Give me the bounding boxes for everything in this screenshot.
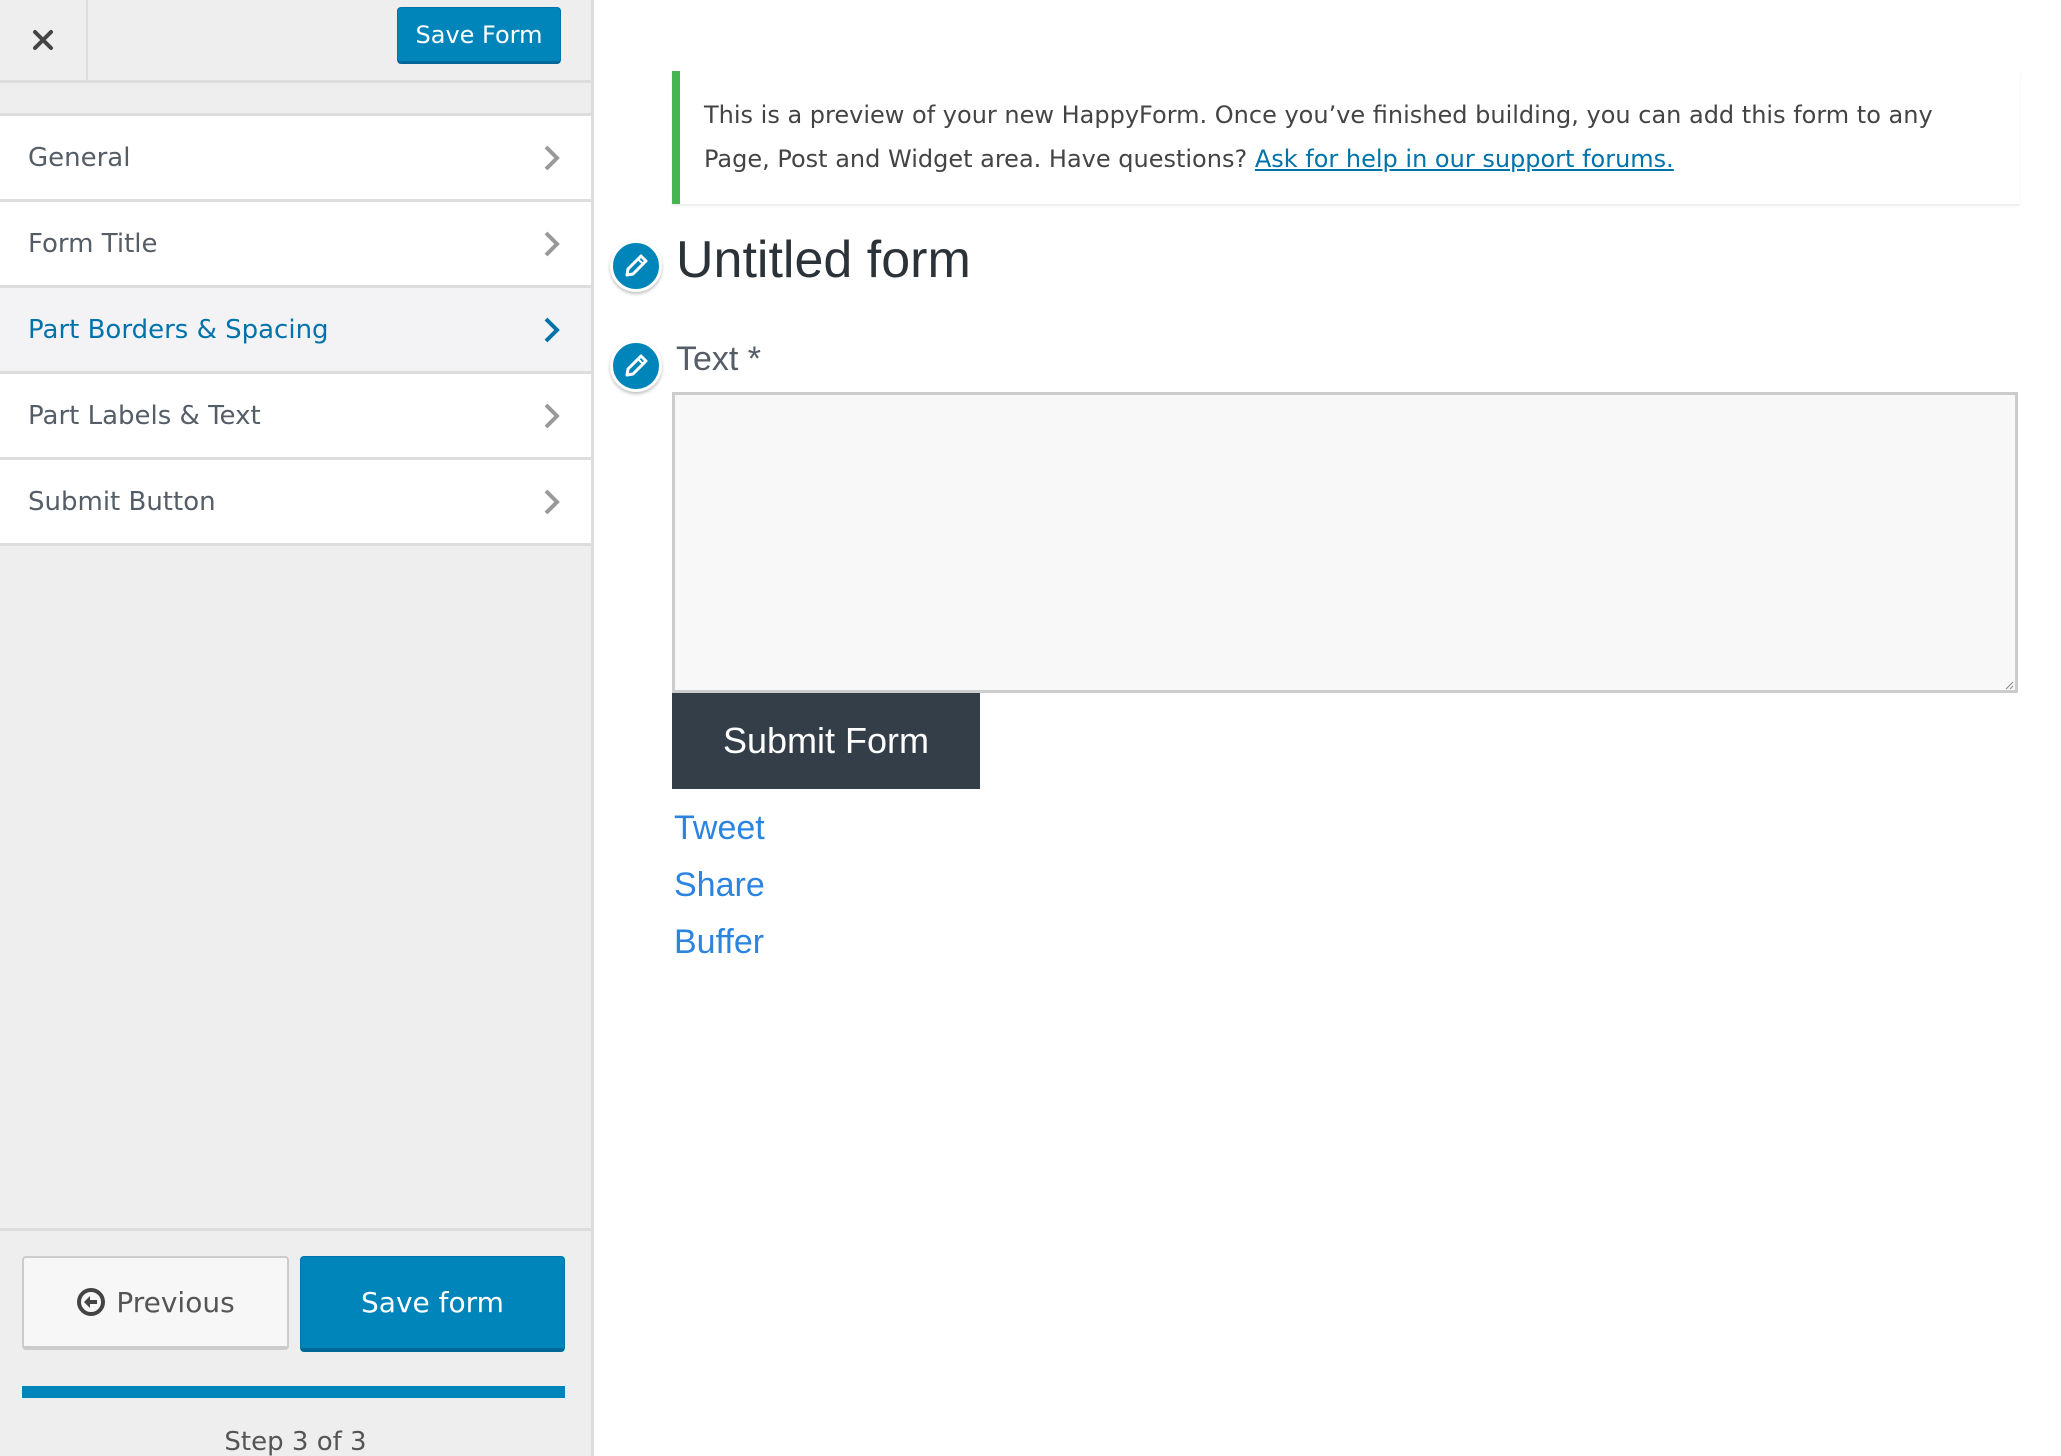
step-progress-bar bbox=[22, 1386, 565, 1398]
text-part-textarea[interactable] bbox=[672, 392, 2018, 693]
resize-handle-icon[interactable] bbox=[2004, 680, 2014, 690]
sidebar-item-part-borders-spacing[interactable]: Part Borders & Spacing bbox=[0, 288, 591, 374]
submit-form-button[interactable]: Submit Form bbox=[672, 693, 980, 789]
pencil-icon bbox=[625, 354, 648, 377]
chevron-right-icon bbox=[544, 231, 560, 256]
text-part-label: Text * bbox=[676, 340, 762, 378]
form-title: Untitled form bbox=[676, 231, 971, 289]
buffer-link[interactable]: Buffer bbox=[674, 914, 765, 971]
chevron-right-icon bbox=[544, 145, 560, 170]
close-icon bbox=[33, 30, 53, 50]
progress-fill bbox=[22, 1386, 565, 1398]
customizer-sidebar: Save Form General Form Title Part Border… bbox=[0, 0, 594, 1456]
support-forums-link[interactable]: Ask for help in our support forums. bbox=[1255, 145, 1674, 173]
sidebar-item-label: Part Borders & Spacing bbox=[28, 314, 329, 345]
chevron-right-icon bbox=[544, 489, 560, 514]
sidebar-menu: General Form Title Part Borders & Spacin… bbox=[0, 113, 591, 546]
sidebar-item-label: Part Labels & Text bbox=[28, 400, 261, 431]
sidebar-item-label: Form Title bbox=[28, 228, 158, 259]
preview-notice: This is a preview of your new HappyForm.… bbox=[672, 71, 2020, 204]
close-button[interactable] bbox=[0, 0, 88, 80]
edit-part-button[interactable] bbox=[610, 340, 662, 392]
previous-button[interactable]: Previous bbox=[22, 1256, 289, 1350]
save-form-button[interactable]: Save form bbox=[300, 1256, 565, 1352]
arrow-left-circle-icon bbox=[77, 1288, 106, 1316]
edit-title-button[interactable] bbox=[610, 240, 662, 292]
share-links: Tweet Share Buffer bbox=[674, 800, 765, 971]
step-indicator: Step 3 of 3 bbox=[224, 1427, 367, 1456]
share-link[interactable]: Share bbox=[674, 857, 765, 914]
sidebar-item-part-labels-text[interactable]: Part Labels & Text bbox=[0, 374, 591, 460]
sidebar-item-form-title[interactable]: Form Title bbox=[0, 202, 591, 288]
previous-label: Previous bbox=[116, 1285, 235, 1319]
tweet-link[interactable]: Tweet bbox=[674, 800, 765, 857]
pencil-icon bbox=[625, 254, 648, 277]
sidebar-header: Save Form bbox=[0, 0, 591, 83]
sidebar-item-submit-button[interactable]: Submit Button bbox=[0, 460, 591, 546]
sidebar-item-general[interactable]: General bbox=[0, 116, 591, 202]
chevron-right-icon bbox=[544, 403, 560, 428]
sidebar-footer: Previous Save form Step 3 of 3 bbox=[0, 1228, 591, 1456]
sidebar-item-label: General bbox=[28, 142, 131, 173]
chevron-right-icon bbox=[544, 317, 560, 342]
sidebar-item-label: Submit Button bbox=[28, 486, 216, 517]
save-form-top-button[interactable]: Save Form bbox=[397, 7, 561, 64]
